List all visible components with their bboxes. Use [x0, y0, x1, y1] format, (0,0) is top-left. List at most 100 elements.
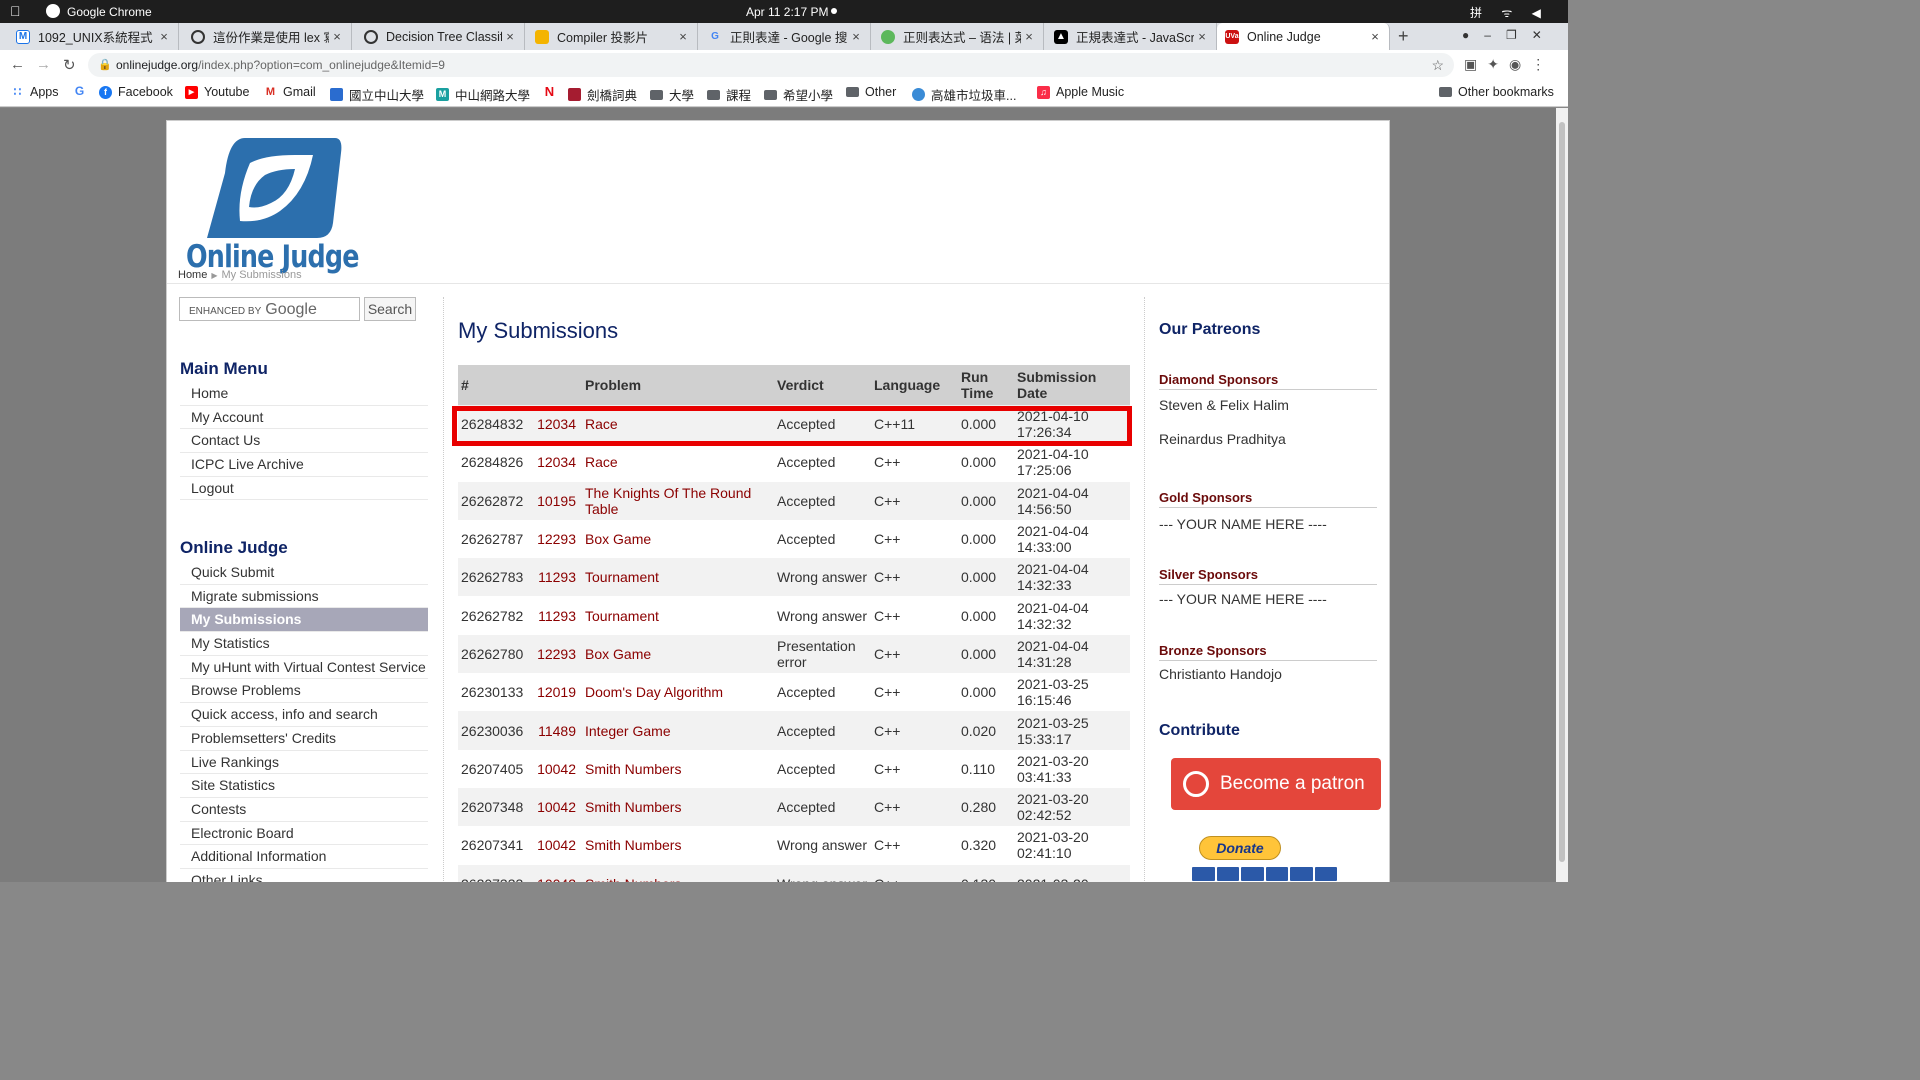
- tab-lex[interactable]: 這份作業是使用 lex 寫 ×: [179, 23, 352, 50]
- close-icon[interactable]: ×: [156, 29, 172, 44]
- maximize-icon[interactable]: ❐: [1506, 28, 1532, 42]
- menu-item-migrate-submissions[interactable]: Migrate submissions: [180, 585, 428, 609]
- extension-icon[interactable]: ▣: [1464, 56, 1487, 72]
- reload-icon[interactable]: ↻: [63, 56, 76, 74]
- menu-item-electronic-board[interactable]: Electronic Board: [180, 822, 428, 846]
- cell-problem-id[interactable]: 12293: [534, 634, 582, 674]
- bookmark-gmail[interactable]: M Gmail: [264, 85, 316, 99]
- cell-problem-id[interactable]: 11293: [534, 558, 582, 597]
- cell-problem-title[interactable]: Doom's Day Algorithm: [582, 673, 774, 712]
- new-tab-button[interactable]: +: [1398, 26, 1409, 47]
- menu-item-other-links[interactable]: Other Links: [180, 869, 428, 882]
- search-input[interactable]: ENHANCED BY Google: [179, 297, 360, 321]
- clock[interactable]: Apr 11 2:17 PM: [746, 5, 829, 19]
- cell-problem-id[interactable]: 10042: [534, 864, 582, 882]
- tab-compiler[interactable]: Compiler 投影片 ×: [525, 23, 698, 50]
- menu-item-logout[interactable]: Logout: [180, 477, 428, 501]
- bookmark-nsysu[interactable]: 國立中山大學: [330, 85, 424, 104]
- cell-problem-title[interactable]: Box Game: [582, 519, 774, 559]
- close-icon[interactable]: ×: [502, 29, 518, 44]
- cell-problem-title[interactable]: Tournament: [582, 558, 774, 597]
- menu-item-home[interactable]: Home: [180, 382, 428, 406]
- avatar[interactable]: ◉: [1509, 56, 1531, 72]
- bookmark-folder-university[interactable]: 大學: [650, 85, 694, 104]
- tab-runoob[interactable]: 正则表达式 – 语法 | 菜 ×: [871, 23, 1044, 50]
- cell-problem-id[interactable]: 12293: [534, 519, 582, 559]
- bookmark-garbage[interactable]: 高雄市垃圾車...: [912, 85, 1016, 104]
- search-button[interactable]: Search: [364, 297, 416, 321]
- minimize-icon[interactable]: –: [1484, 28, 1506, 42]
- bookmark-google[interactable]: G: [73, 85, 92, 98]
- cell-problem-title[interactable]: Box Game: [582, 634, 774, 674]
- bookmark-cambridge[interactable]: 劍橋詞典: [568, 85, 637, 104]
- menu-item-my-account[interactable]: My Account: [180, 406, 428, 430]
- breadcrumb-home[interactable]: Home: [178, 269, 207, 281]
- tab-google-search[interactable]: G 正則表達 - Google 搜尋 ×: [698, 23, 871, 50]
- cell-problem-title[interactable]: Race: [582, 443, 774, 482]
- cell-problem-title[interactable]: Tournament: [582, 596, 774, 635]
- menu-icon[interactable]: ⋮: [1531, 56, 1555, 72]
- cell-problem-id[interactable]: 10042: [534, 826, 582, 865]
- become-patron-button[interactable]: Become a patron: [1171, 758, 1381, 810]
- close-window-icon[interactable]: ✕: [1532, 28, 1557, 42]
- bookmark-folder-other[interactable]: Other: [846, 85, 896, 99]
- menu-item-browse-problems[interactable]: Browse Problems: [180, 679, 428, 704]
- puzzle-icon[interactable]: ✦: [1487, 56, 1509, 72]
- cell-problem-id[interactable]: 10042: [534, 787, 582, 827]
- close-icon[interactable]: ×: [1194, 29, 1210, 44]
- close-icon[interactable]: ×: [1021, 29, 1037, 44]
- bookmark-folder-school[interactable]: 希望小學: [764, 85, 833, 104]
- bookmark-apps[interactable]: ∷ Apps: [11, 85, 59, 99]
- other-bookmarks[interactable]: Other bookmarks: [1439, 85, 1554, 99]
- menu-item-icpc-live-archive[interactable]: ICPC Live Archive: [180, 453, 428, 477]
- menu-item-uhunt[interactable]: My uHunt with Virtual Contest Service: [180, 656, 428, 680]
- tab-online-judge[interactable]: UVa Online Judge ×: [1217, 23, 1390, 50]
- scrollbar-thumb[interactable]: [1559, 122, 1565, 862]
- donate-button[interactable]: Donate: [1199, 836, 1281, 860]
- menu-item-my-statistics[interactable]: My Statistics: [180, 632, 428, 656]
- bookmark-apple-music[interactable]: ♫ Apple Music: [1037, 85, 1124, 99]
- cell-problem-id[interactable]: 11489: [534, 711, 582, 750]
- back-icon[interactable]: ←: [10, 56, 25, 73]
- url-field[interactable]: 🔒 onlinejudge.org/index.php?option=com_o…: [88, 53, 1454, 77]
- cell-problem-id[interactable]: 12034: [534, 443, 582, 482]
- bookmark-facebook[interactable]: f Facebook: [99, 85, 173, 99]
- page-scrollbar[interactable]: [1556, 108, 1568, 882]
- menu-item-my-submissions[interactable]: My Submissions: [180, 608, 428, 633]
- close-icon[interactable]: ×: [848, 29, 864, 44]
- menu-item-quick-submit[interactable]: Quick Submit: [180, 561, 428, 585]
- tab-decision-tree[interactable]: Decision Tree Classifi ×: [352, 23, 525, 50]
- tab-unix[interactable]: M 1092_UNIX系統程式 - ×: [0, 23, 179, 50]
- cell-problem-id[interactable]: 10042: [534, 749, 582, 788]
- menu-item-contests[interactable]: Contests: [180, 798, 428, 822]
- cell-problem-id[interactable]: 12019: [534, 673, 582, 712]
- close-icon[interactable]: ×: [329, 29, 345, 44]
- close-icon[interactable]: ×: [675, 29, 691, 44]
- cell-problem-title[interactable]: The Knights Of The Round Table: [582, 481, 774, 520]
- cell-problem-id[interactable]: 10195: [534, 481, 582, 520]
- close-icon[interactable]: ×: [1367, 29, 1383, 44]
- menu-item-additional-information[interactable]: Additional Information: [180, 845, 428, 869]
- bookmark-netflix[interactable]: N: [543, 85, 562, 98]
- menu-item-problemsetters-credits[interactable]: Problemsetters' Credits: [180, 727, 428, 751]
- forward-icon[interactable]: →: [36, 56, 51, 73]
- lock-icon[interactable]: 🔒: [98, 53, 112, 77]
- cell-problem-title[interactable]: Smith Numbers: [582, 787, 774, 827]
- tab-mdn[interactable]: ▲ 正規表達式 - JavaScript ×: [1044, 23, 1217, 50]
- tab-search-icon[interactable]: ●: [1462, 28, 1484, 42]
- bookmark-cyber[interactable]: M 中山網路大學: [436, 85, 530, 104]
- bookmark-youtube[interactable]: ▶ Youtube: [185, 85, 249, 99]
- bookmark-star-icon[interactable]: ☆: [1431, 53, 1444, 77]
- cell-problem-title[interactable]: Integer Game: [582, 711, 774, 750]
- cell-problem-title[interactable]: Smith Numbers: [582, 749, 774, 788]
- menu-item-contact-us[interactable]: Contact Us: [180, 429, 428, 454]
- bookmark-folder-courses[interactable]: 課程: [707, 85, 751, 104]
- cell-problem-title[interactable]: Smith Numbers: [582, 826, 774, 865]
- window-controls[interactable]: ●–❐✕: [1462, 28, 1557, 42]
- menu-item-quick-access[interactable]: Quick access, info and search: [180, 703, 428, 727]
- apple-icon[interactable]: : [10, 3, 21, 19]
- cell-problem-title[interactable]: Smith Numbers: [582, 864, 774, 882]
- menu-item-live-rankings[interactable]: Live Rankings: [180, 751, 428, 775]
- cell-problem-id[interactable]: 11293: [534, 596, 582, 635]
- menu-item-site-statistics[interactable]: Site Statistics: [180, 774, 428, 798]
